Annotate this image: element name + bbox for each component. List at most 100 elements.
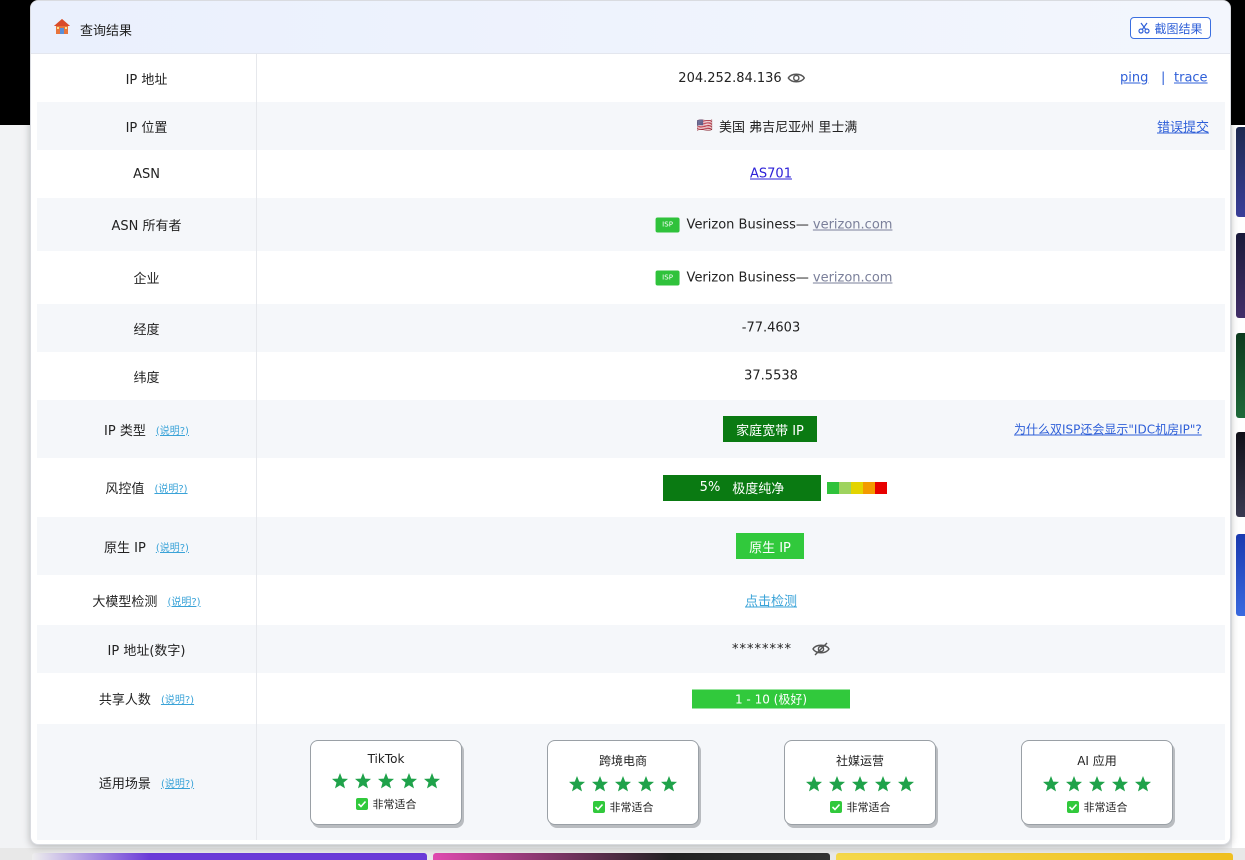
query-result-panel: 查询结果 截图结果 IP 地址 204.252.84.136 ping | tr… (30, 0, 1231, 845)
help-link[interactable]: (说明?) (154, 480, 187, 495)
why-idc-link[interactable]: 为什么双ISP还会显示"IDC机房IP"? (1014, 421, 1202, 438)
trace-link[interactable]: trace (1174, 71, 1208, 86)
star-icon (569, 776, 585, 792)
row-shared-users: 共享人数 (说明?) 1 - 10 (极好) (37, 673, 1225, 724)
row-ip-address: IP 地址 204.252.84.136 ping | trace (37, 54, 1225, 102)
risk-scale-segment (839, 481, 851, 494)
row-label: 大模型检测 (说明?) (37, 575, 257, 625)
panel-title: 查询结果 (80, 24, 133, 39)
sidebar-thumbnail[interactable] (1236, 534, 1245, 616)
scenario-card: 社媒运营非常适合 (784, 740, 936, 825)
row-label: IP 类型 (说明?) (37, 400, 257, 458)
star-rating (568, 775, 678, 793)
scenario-fit: 非常适合 (355, 796, 417, 812)
risk-scale-segment (863, 481, 875, 494)
row-asn: ASN AS701 (37, 150, 1225, 198)
star-icon (332, 773, 348, 789)
sidebar-thumbnail[interactable] (1236, 233, 1245, 318)
row-label: 企业 (37, 251, 257, 304)
row-risk-score: 风控值 (说明?) 5% 极度纯净 (37, 458, 1225, 517)
bottom-thumbnail[interactable] (32, 853, 427, 860)
row-value: ISP Verizon Business— verizon.com (258, 251, 1225, 304)
company-domain-link[interactable]: verizon.com (813, 270, 893, 285)
latitude-value: 37.5538 (744, 368, 798, 384)
asn-owner-domain-link[interactable]: verizon.com (813, 217, 893, 232)
row-longitude: 经度 -77.4603 (37, 304, 1225, 352)
ip-numeric-masked: ******** (732, 641, 792, 657)
star-icon (852, 776, 868, 792)
help-link[interactable]: (说明?) (156, 422, 189, 437)
row-value: 37.5538 (258, 352, 1225, 400)
scenario-card: 跨境电商 非常适合 (547, 740, 699, 825)
row-value: 🇺🇸 美国 弗吉尼亚州 里士满 错误提交 (258, 102, 1225, 150)
checkbox-checked-icon (592, 801, 605, 813)
star-icon (592, 776, 608, 792)
row-value: -77.4603 (258, 304, 1225, 352)
home-icon (54, 19, 70, 34)
scenario-fit-label: 非常适合 (372, 798, 417, 811)
row-label: 纬度 (37, 352, 257, 400)
asn-owner-name: Verizon Business— (686, 217, 809, 232)
scenario-fit-label: 非常适合 (609, 801, 654, 814)
star-rating (1042, 775, 1152, 793)
star-icon (615, 776, 631, 792)
ping-link[interactable]: ping (1120, 71, 1148, 86)
screenshot-button-label: 截图结果 (1154, 21, 1203, 36)
help-link[interactable]: (说明?) (167, 593, 200, 608)
row-value: 204.252.84.136 ping | trace (258, 54, 1225, 102)
link-separator: | (1161, 70, 1166, 86)
row-label: IP 地址(数字) (37, 625, 257, 673)
scenario-name: 社媒运营 (835, 754, 884, 768)
row-label: 适用场景 (说明?) (37, 724, 257, 840)
flag-icon: 🇺🇸 (696, 118, 713, 134)
row-scenarios: 适用场景 (说明?) TikTok 非常适合 跨境电商 非常适合 社媒运营 非常适合 AI … (37, 724, 1225, 840)
sidebar-thumbnail[interactable] (1236, 432, 1245, 517)
help-link[interactable]: (说明?) (161, 691, 194, 706)
report-error-link[interactable]: 错误提交 (1157, 117, 1209, 136)
sidebar-thumbnail[interactable] (1236, 333, 1245, 418)
row-label: IP 地址 (37, 54, 257, 102)
sidebar-thumbnail[interactable] (1236, 127, 1245, 217)
bottom-thumbnail[interactable] (433, 853, 830, 860)
longitude-value: -77.4603 (741, 320, 801, 336)
risk-scale (827, 481, 887, 494)
row-value: AS701 (258, 150, 1225, 198)
star-icon (1112, 776, 1128, 792)
help-link[interactable]: (说明?) (161, 775, 194, 790)
scissors-icon (1138, 22, 1151, 34)
star-icon (1135, 776, 1151, 792)
ip-address-value: 204.252.84.136 (678, 70, 782, 86)
scenario-fit: 非常适合 (829, 799, 891, 815)
asn-link[interactable]: AS701 (750, 167, 792, 182)
eye-icon[interactable] (787, 69, 806, 87)
scenario-fit-label: 非常适合 (846, 801, 891, 814)
help-link[interactable]: (说明?) (156, 539, 189, 554)
click-detect-link[interactable]: 点击检测 (745, 591, 797, 610)
row-label: 共享人数 (说明?) (37, 673, 257, 724)
risk-score-bar: 5% 极度纯净 (663, 474, 821, 501)
isp-badge: ISP (655, 217, 680, 232)
row-value: ISP Verizon Business— verizon.com (258, 198, 1225, 251)
risk-level: 极度纯净 (732, 482, 785, 497)
star-icon (355, 773, 371, 789)
star-icon (424, 773, 440, 789)
ip-type-badge: 家庭宽带 IP (723, 416, 817, 442)
row-value: 家庭宽带 IP 为什么双ISP还会显示"IDC机房IP"? (258, 400, 1225, 458)
screenshot-button[interactable]: 截图结果 (1130, 17, 1211, 39)
scenario-name: AI 应用 (1077, 754, 1117, 768)
row-value: 5% 极度纯净 (258, 458, 1225, 517)
eye-off-icon[interactable] (812, 640, 830, 658)
star-icon (661, 776, 677, 792)
star-rating (331, 772, 441, 790)
star-icon (898, 776, 914, 792)
row-value: TikTok 非常适合 跨境电商 非常适合 社媒运营 非常适合 AI 应用 非常适合 (258, 724, 1225, 840)
scenario-fit-label: 非常适合 (1083, 801, 1128, 814)
native-ip-badge: 原生 IP (736, 533, 804, 559)
row-label: IP 位置 (37, 102, 257, 150)
star-icon (875, 776, 891, 792)
row-native-ip: 原生 IP (说明?) 原生 IP (37, 517, 1225, 575)
isp-badge: ISP (655, 270, 680, 285)
row-label: 风控值 (说明?) (37, 458, 257, 517)
bottom-thumbnail[interactable] (836, 853, 1233, 860)
star-icon (378, 773, 394, 789)
